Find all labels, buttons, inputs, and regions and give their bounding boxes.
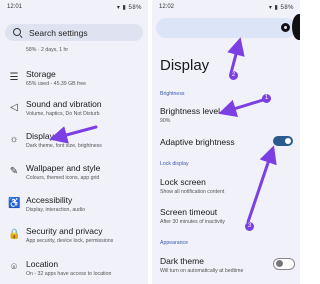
toggle-knob bbox=[276, 260, 283, 267]
settings-item-sound[interactable]: ◁ Sound and vibration Volume, haptics, D… bbox=[0, 99, 148, 127]
status-icons: ▾ ▮ 58% bbox=[117, 4, 142, 11]
volume-icon: ◁ bbox=[10, 102, 18, 113]
settings-item-location[interactable]: ⌾ Location On - 32 apps have access to l… bbox=[0, 259, 148, 284]
annotation-badge-2: 2 bbox=[229, 71, 238, 80]
search-icon bbox=[13, 28, 21, 36]
lock-screen-sub: Show all notification content bbox=[160, 189, 225, 195]
adaptive-brightness-toggle[interactable] bbox=[273, 136, 293, 146]
item-title: Display bbox=[26, 131, 54, 141]
item-title: Sound and vibration bbox=[26, 99, 102, 109]
battery-icon: ▮ bbox=[274, 5, 279, 11]
section-lock-display: Lock display bbox=[160, 161, 189, 167]
status-bar: 12:02 ▾ ▮ 58% bbox=[152, 0, 300, 14]
battery-sub: 58% · 2 days, 1 hr bbox=[26, 47, 69, 53]
settings-item-wallpaper[interactable]: ✎ Wallpaper and style Colours, themed ic… bbox=[0, 163, 148, 191]
item-title: Location bbox=[26, 259, 59, 269]
search-settings-bar[interactable]: Search settings bbox=[5, 24, 143, 41]
list-item-battery-partial[interactable]: 58% · 2 days, 1 hr bbox=[0, 46, 148, 58]
item-sub: Display, interaction, audio bbox=[26, 207, 86, 213]
status-bar: 12:01 ▾ ▮ 58% bbox=[0, 0, 148, 14]
location-icon: ⌾ bbox=[11, 262, 17, 273]
item-sub: Colours, themed icons, app grid bbox=[26, 175, 100, 181]
battery-icon: ▮ bbox=[122, 5, 127, 11]
wifi-icon: ▾ bbox=[116, 5, 121, 11]
annotation-badge-3: 3 bbox=[245, 222, 254, 231]
app-bar[interactable] bbox=[156, 18, 296, 38]
search-placeholder: Search settings bbox=[29, 28, 88, 38]
item-title: Wallpaper and style bbox=[26, 163, 101, 173]
lock-screen-row[interactable]: Lock screen Show all notification conten… bbox=[160, 177, 224, 195]
item-title: Accessibility bbox=[26, 195, 73, 205]
brightness-level-row[interactable]: Brightness level 90% bbox=[160, 106, 220, 124]
dark-theme-sub: Will turn on automatically at bedtime bbox=[160, 268, 244, 274]
item-sub: On - 32 apps have access to location bbox=[26, 271, 112, 277]
settings-item-display[interactable]: ☼ Display Dark theme, font size, brightn… bbox=[0, 131, 148, 159]
screen-timeout-row[interactable]: Screen timeout After 30 minutes of inact… bbox=[160, 207, 225, 225]
dark-shape-decoration bbox=[292, 14, 300, 40]
adaptive-brightness-row[interactable]: Adaptive brightness bbox=[160, 137, 235, 147]
status-time: 12:02 bbox=[159, 4, 175, 10]
lock-screen-title: Lock screen bbox=[160, 177, 206, 187]
dark-theme-row[interactable]: Dark theme Will turn on automatically at… bbox=[160, 256, 243, 274]
circle-button[interactable] bbox=[281, 23, 290, 32]
dark-theme-title: Dark theme bbox=[160, 256, 204, 266]
item-sub: App security, device lock, permissions bbox=[26, 238, 114, 244]
toggle-knob bbox=[285, 138, 291, 144]
storage-icon: ☰ bbox=[9, 72, 19, 83]
palette-icon: ✎ bbox=[9, 166, 19, 177]
settings-item-security[interactable]: 🔒 Security and privacy App security, dev… bbox=[0, 226, 148, 254]
wifi-icon: ▾ bbox=[268, 5, 273, 11]
display-icon: ☼ bbox=[9, 134, 19, 145]
item-sub: 65% used - 45.39 GB free bbox=[26, 81, 86, 87]
section-appearance: Appearance bbox=[160, 240, 188, 246]
screen-timeout-sub: After 30 minutes of inactivity bbox=[160, 219, 225, 225]
settings-screen: 12:01 ▾ ▮ 58% Search settings 58% · 2 da… bbox=[0, 0, 148, 284]
item-sub: Dark theme, font size, brightness bbox=[26, 143, 102, 149]
screen-timeout-title: Screen timeout bbox=[160, 207, 218, 217]
settings-item-accessibility[interactable]: ♿ Accessibility Display, interaction, au… bbox=[0, 195, 148, 223]
battery-percent: 58% bbox=[280, 5, 294, 11]
brightness-level-title: Brightness level bbox=[160, 106, 221, 116]
battery-percent: 58% bbox=[128, 5, 142, 11]
accessibility-icon: ♿ bbox=[8, 198, 21, 209]
status-icons: ▾ ▮ 58% bbox=[269, 4, 294, 11]
display-settings-screen: 12:02 ▾ ▮ 58% Display Brightness Brightn… bbox=[152, 0, 300, 284]
brightness-level-value: 90% bbox=[160, 118, 171, 124]
annotation-badge-1: 1 bbox=[262, 94, 271, 103]
item-title: Security and privacy bbox=[26, 226, 103, 236]
lock-icon: 🔒 bbox=[8, 229, 21, 240]
item-title: Storage bbox=[26, 69, 56, 79]
dark-theme-toggle[interactable] bbox=[273, 258, 295, 270]
section-brightness: Brightness bbox=[160, 91, 185, 97]
item-sub: Volume, haptics, Do Not Disturb bbox=[26, 111, 100, 117]
status-time: 12:01 bbox=[7, 4, 23, 10]
page-title: Display bbox=[160, 57, 210, 74]
settings-item-storage[interactable]: ☰ Storage 65% used - 45.39 GB free bbox=[0, 69, 148, 97]
adaptive-brightness-title: Adaptive brightness bbox=[160, 137, 235, 147]
